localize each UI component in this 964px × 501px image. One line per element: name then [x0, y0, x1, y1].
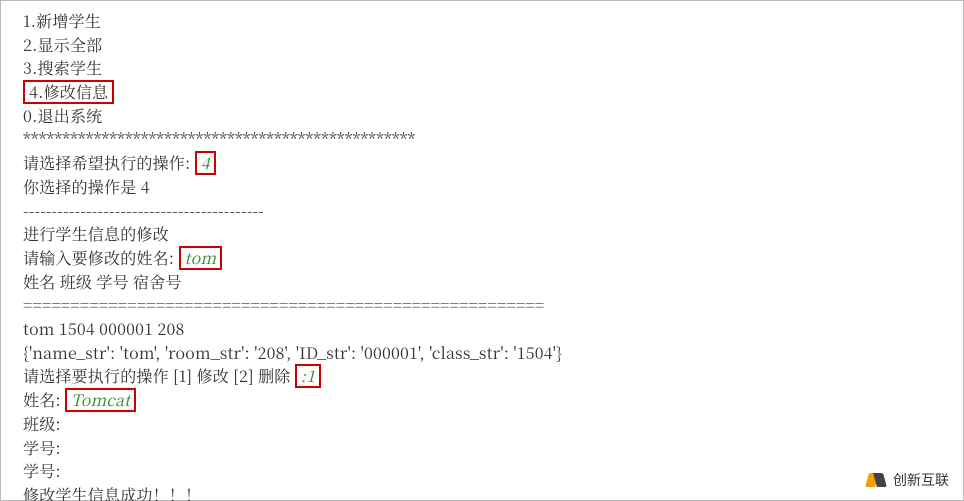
field-name-row: 姓名: Tomcat — [23, 388, 949, 412]
menu-item-2: 2.显示全部 — [23, 33, 949, 57]
input-action[interactable]: :1 — [295, 364, 321, 388]
prompt-select-row: 请选择希望执行的操作: 4 — [23, 151, 949, 175]
success-msg: 修改学生信息成功！！！ — [23, 483, 949, 501]
field-id-label-2: 学号: — [23, 459, 949, 483]
menu-item-0: 0.退出系统 — [23, 104, 949, 128]
prompt-action-row: 请选择要执行的操作 [1] 修改 [2] 删除 :1 — [23, 364, 949, 388]
terminal-window: 1.新增学生 2.显示全部 3.搜索学生 4.修改信息 0.退出系统 *****… — [0, 0, 964, 501]
terminal-output: 1.新增学生 2.显示全部 3.搜索学生 4.修改信息 0.退出系统 *****… — [1, 1, 963, 501]
prompt-name-row: 请输入要修改的姓名: tom — [23, 246, 949, 270]
menu-item-1: 1.新增学生 — [23, 9, 949, 33]
input-name[interactable]: tom — [179, 246, 223, 270]
prompt-action-label: 请选择要执行的操作 [1] 修改 [2] 删除 — [23, 364, 295, 387]
menu-item-4-row: 4.修改信息 — [23, 80, 949, 104]
separator-eq: ========================================… — [23, 293, 949, 317]
field-name-label: 姓名: — [23, 388, 65, 411]
watermark-text: 创新互联 — [893, 470, 949, 490]
separator-dash: ----------------------------------------… — [23, 199, 949, 223]
field-id-label-1: 学号: — [23, 436, 949, 460]
watermark-icon — [867, 471, 889, 489]
watermark-logo: 创新互联 — [867, 470, 949, 490]
table-header: 姓名 班级 学号 宿舍号 — [23, 270, 949, 294]
input-menu-choice[interactable]: 4 — [195, 151, 216, 175]
record-dict: {'name_str': 'tom', 'room_str': '208', '… — [23, 341, 949, 365]
menu-item-3: 3.搜索学生 — [23, 56, 949, 80]
echo-choice: 你选择的操作是 4 — [23, 175, 949, 199]
prompt-select-label: 请选择希望执行的操作: — [23, 151, 195, 174]
separator-stars: ****************************************… — [23, 127, 949, 151]
field-class-label: 班级: — [23, 412, 949, 436]
prompt-name-label: 请输入要修改的姓名: — [23, 246, 179, 269]
modify-header: 进行学生信息的修改 — [23, 222, 949, 246]
input-new-name[interactable]: Tomcat — [65, 388, 136, 412]
menu-item-4-highlight: 4.修改信息 — [23, 80, 114, 104]
record-row: tom 1504 000001 208 — [23, 317, 949, 341]
